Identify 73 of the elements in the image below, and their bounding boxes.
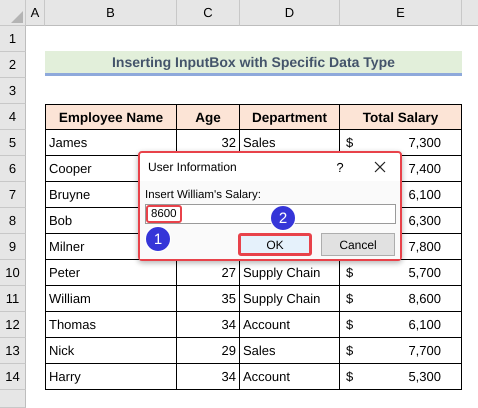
currency-sign: $ <box>346 135 354 150</box>
table-cell: 7,300 <box>408 135 441 150</box>
table-cell: Thomas <box>49 317 96 332</box>
table-cell: Sales <box>243 343 276 358</box>
row-header[interactable] <box>0 390 26 408</box>
table-cell: Harry <box>49 369 81 384</box>
column-header[interactable] <box>462 0 478 26</box>
column-header[interactable]: A <box>26 0 45 26</box>
input-value: 8600 <box>146 205 182 223</box>
table-cell: 6,100 <box>408 187 441 202</box>
currency-sign: $ <box>346 343 354 358</box>
table-cell: Sales <box>243 135 276 150</box>
currency-sign: $ <box>346 291 354 306</box>
row-header[interactable]: 3 <box>0 78 26 104</box>
row-header[interactable]: 14 <box>0 364 26 390</box>
row-header[interactable]: 8 <box>0 208 26 234</box>
table-header-cell: Age <box>177 104 240 130</box>
ok-button[interactable]: OK <box>238 233 312 256</box>
table-cell: Account <box>243 317 290 332</box>
row-header[interactable]: 6 <box>0 156 26 182</box>
currency-sign: $ <box>346 265 354 280</box>
table-cell: 7,700 <box>408 343 441 358</box>
row-header[interactable]: 2 <box>0 52 26 78</box>
table-cell: James <box>49 135 88 150</box>
table-cell: 8,600 <box>408 291 441 306</box>
table-header-cell: Employee Name <box>45 104 177 130</box>
row-header[interactable]: 7 <box>0 182 26 208</box>
table-cell: Milner <box>49 239 84 254</box>
close-icon <box>374 161 386 173</box>
table-cell: 34 <box>222 317 236 332</box>
row-header[interactable]: 9 <box>0 234 26 260</box>
row-header[interactable]: 10 <box>0 260 26 286</box>
table-cell: Account <box>243 369 290 384</box>
table-header-cell: Department <box>240 104 340 130</box>
table-cell: Cooper <box>49 161 92 176</box>
table-cell: 7,400 <box>408 161 441 176</box>
select-all-corner[interactable] <box>0 0 26 26</box>
table-cell: 6,100 <box>408 317 441 332</box>
table-cell: Nick <box>49 343 74 358</box>
row-header[interactable]: 4 <box>0 104 26 130</box>
table-cell: Supply Chain <box>243 291 320 306</box>
help-button[interactable]: ? <box>320 154 360 180</box>
dialog-title: User Information <box>148 160 237 174</box>
row-header[interactable]: 11 <box>0 286 26 312</box>
table-cell: 32 <box>222 135 236 150</box>
table-cell: Bob <box>49 213 72 228</box>
column-header[interactable]: B <box>45 0 177 26</box>
prompt-label: Insert William's Salary: <box>145 189 262 201</box>
table-cell: Bruyne <box>49 187 90 202</box>
column-header[interactable]: C <box>177 0 240 26</box>
table-cell: 5,300 <box>408 369 441 384</box>
table-cell: 35 <box>222 291 236 306</box>
table-cell: 29 <box>222 343 236 358</box>
table-cell: William <box>49 291 91 306</box>
column-header[interactable]: E <box>340 0 462 26</box>
cancel-button[interactable]: Cancel <box>321 233 395 256</box>
table-cell: 27 <box>222 265 236 280</box>
row-header[interactable]: 1 <box>0 26 26 52</box>
table-cell: 34 <box>222 369 236 384</box>
currency-sign: $ <box>346 369 354 384</box>
sheet-title: Inserting InputBox with Specific Data Type <box>45 51 462 76</box>
table-cell: Peter <box>49 265 80 280</box>
column-header[interactable]: D <box>240 0 340 26</box>
table-cell: Supply Chain <box>243 265 320 280</box>
currency-sign: $ <box>346 317 354 332</box>
table-cell: 7,800 <box>408 239 441 254</box>
table-cell: 6,300 <box>408 213 441 228</box>
row-header[interactable]: 5 <box>0 130 26 156</box>
row-header[interactable]: 13 <box>0 338 26 364</box>
table-cell: 5,700 <box>408 265 441 280</box>
table-header-cell: Total Salary <box>340 104 462 130</box>
row-header[interactable]: 12 <box>0 312 26 338</box>
corner-triangle-icon <box>11 11 23 23</box>
